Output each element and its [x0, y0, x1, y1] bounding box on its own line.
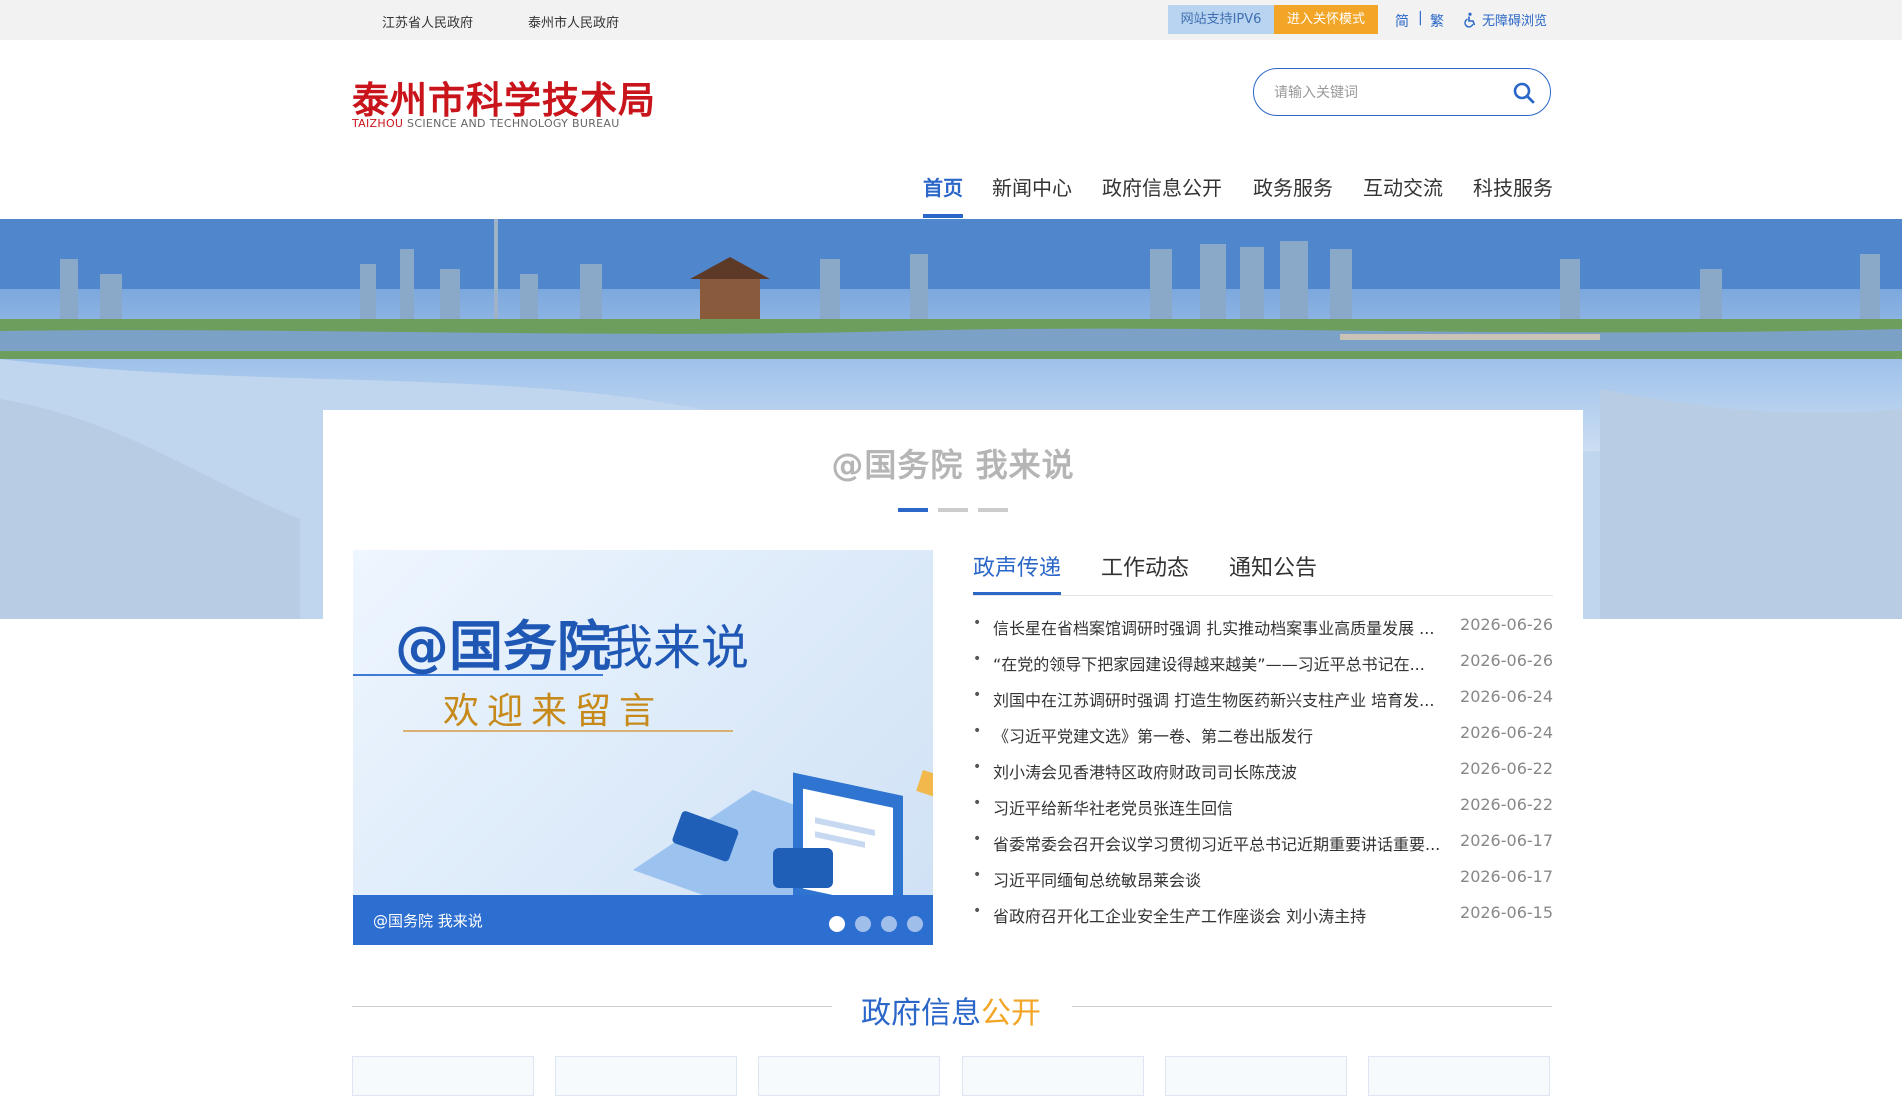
- news-title[interactable]: 省政府召开化工企业安全生产工作座谈会 刘小涛主持: [993, 903, 1443, 927]
- news-title[interactable]: 习近平给新华社老党员张连生回信: [993, 795, 1443, 819]
- news-date: 2026-06-17: [1460, 867, 1553, 886]
- accessibility-link[interactable]: 无障碍浏览: [1462, 10, 1547, 29]
- tab-work-updates[interactable]: 工作动态: [1101, 550, 1189, 582]
- gov-info-title-orange: 公开: [981, 996, 1041, 1031]
- news-item[interactable]: • 《习近平党建文选》第一卷、第二卷出版发行 2026-06-24: [973, 716, 1553, 752]
- feature-section-title: @国务院 我来说: [831, 446, 1075, 484]
- gov-info-card[interactable]: [758, 1056, 940, 1096]
- lang-simplified[interactable]: 简: [1395, 11, 1409, 31]
- news-item[interactable]: • 省委常委会召开会议学习贯彻习近平总书记近期重要讲话重要... 2026-06-1…: [973, 824, 1553, 860]
- news-item[interactable]: • 习近平同缅甸总统敏昂莱会谈 2026-06-17: [973, 860, 1553, 896]
- wheelchair-icon: [1464, 12, 1476, 28]
- feature-indicator-2[interactable]: [938, 508, 968, 512]
- carousel-dot-1[interactable]: [829, 916, 845, 932]
- main-panel: @国务院 我来说 @国务院 我来说 欢迎来留言 @国务院 我来说 政声传递 工作…: [323, 410, 1583, 970]
- site-logo[interactable]: 泰州市科学技术局: [352, 70, 656, 124]
- news-date: 2026-06-15: [1460, 903, 1553, 922]
- gov-info-card[interactable]: [352, 1056, 534, 1096]
- feature-indicator-3[interactable]: [978, 508, 1008, 512]
- news-date: 2026-06-22: [1460, 759, 1553, 778]
- news-date: 2026-06-24: [1460, 723, 1553, 742]
- nav-news-center[interactable]: 新闻中心: [992, 172, 1072, 201]
- nav-gov-info[interactable]: 政府信息公开: [1102, 172, 1222, 201]
- gov-info-card[interactable]: [1165, 1056, 1347, 1096]
- news-date: 2026-06-22: [1460, 795, 1553, 814]
- news-title[interactable]: 《习近平党建文选》第一卷、第二卷出版发行: [993, 723, 1443, 747]
- link-jiangsu-gov[interactable]: 江苏省人民政府: [382, 12, 473, 31]
- gov-info-title-blue: 政府信息: [861, 996, 981, 1031]
- carousel-caption[interactable]: @国务院 我来说: [373, 910, 483, 931]
- news-item[interactable]: • 刘国中在江苏调研时强调 打造生物医药新兴支柱产业 培育发... 2026-06-…: [973, 680, 1553, 716]
- search-box: [1253, 68, 1551, 116]
- nav-gov-services[interactable]: 政务服务: [1253, 172, 1333, 201]
- news-title[interactable]: 刘小涛会见香港特区政府财政司司长陈茂波: [993, 759, 1443, 783]
- lang-traditional[interactable]: 繁: [1430, 11, 1444, 31]
- feature-indicator-1[interactable]: [898, 508, 928, 512]
- site-logo-english: TAIZHOU SCIENCE AND TECHNOLOGY BUREAU: [352, 117, 620, 130]
- gov-info-card[interactable]: [1368, 1056, 1550, 1096]
- news-item[interactable]: • 省政府召开化工企业安全生产工作座谈会 刘小涛主持 2026-06-15: [973, 896, 1553, 932]
- top-bar: 江苏省人民政府 泰州市人民政府 网站支持IPV6 进入关怀模式 简 | 繁 无障…: [0, 0, 1902, 40]
- news-item[interactable]: • 刘小涛会见香港特区政府财政司司长陈茂波 2026-06-22: [973, 752, 1553, 788]
- news-list: • 信长星在省档案馆调研时强调 扎实推动档案事业高质量发展 ... 2026-06-…: [973, 608, 1553, 932]
- nav-active-indicator: [923, 214, 963, 218]
- lang-separator: |: [1418, 10, 1423, 26]
- news-item[interactable]: • “在党的领导下把家园建设得越来越美”——习近平总书记在... 2026-06-2…: [973, 644, 1553, 680]
- news-title[interactable]: 刘国中在江苏调研时强调 打造生物医药新兴支柱产业 培育发...: [993, 687, 1443, 711]
- news-date: 2026-06-24: [1460, 687, 1553, 706]
- gov-info-section-title: 政府信息公开: [0, 988, 1902, 1032]
- news-date: 2026-06-26: [1460, 651, 1553, 670]
- tab-gov-voice[interactable]: 政声传递: [973, 550, 1061, 582]
- search-icon[interactable]: [1512, 81, 1536, 105]
- gov-info-cards: [352, 1056, 1552, 1096]
- news-carousel[interactable]: @国务院 我来说 欢迎来留言 @国务院 我来说: [353, 550, 933, 945]
- search-input[interactable]: [1272, 81, 1496, 105]
- nav-interaction[interactable]: 互动交流: [1363, 172, 1443, 201]
- slide-headline-b: 我来说: [605, 620, 750, 676]
- carousel-dot-2[interactable]: [855, 916, 871, 932]
- news-date: 2026-06-17: [1460, 831, 1553, 850]
- feature-slide-indicators: [898, 508, 1008, 512]
- link-taizhou-gov[interactable]: 泰州市人民政府: [528, 12, 619, 31]
- gov-info-card[interactable]: [555, 1056, 737, 1096]
- tab-divider: [973, 595, 1553, 596]
- carousel-pager: [829, 916, 923, 932]
- gov-info-card[interactable]: [962, 1056, 1144, 1096]
- tab-notices[interactable]: 通知公告: [1229, 550, 1317, 582]
- nav-tech-services[interactable]: 科技服务: [1473, 172, 1553, 201]
- slide-headline-a: @国务院: [395, 615, 611, 678]
- accessibility-label: 无障碍浏览: [1482, 14, 1548, 29]
- carousel-dot-4[interactable]: [907, 916, 923, 932]
- news-title[interactable]: “在党的领导下把家园建设得越来越美”——习近平总书记在...: [993, 651, 1443, 675]
- ipv6-badge: 网站支持IPV6: [1168, 5, 1274, 34]
- news-title[interactable]: 习近平同缅甸总统敏昂莱会谈: [993, 867, 1443, 891]
- logo-en-taizhou: TAIZHOU: [352, 117, 404, 130]
- news-item[interactable]: • 习近平给新华社老党员张连生回信 2026-06-22: [973, 788, 1553, 824]
- nav-home[interactable]: 首页: [923, 172, 963, 201]
- laptop-illustration: [633, 770, 933, 900]
- news-date: 2026-06-26: [1460, 615, 1553, 634]
- news-title[interactable]: 省委常委会召开会议学习贯彻习近平总书记近期重要讲话重要...: [993, 831, 1443, 855]
- news-title[interactable]: 信长星在省档案馆调研时强调 扎实推动档案事业高质量发展 ...: [993, 615, 1443, 639]
- logo-en-rest: SCIENCE AND TECHNOLOGY BUREAU: [403, 117, 620, 130]
- care-mode-button[interactable]: 进入关怀模式: [1274, 5, 1378, 34]
- carousel-dot-3[interactable]: [881, 916, 897, 932]
- news-item[interactable]: • 信长星在省档案馆调研时强调 扎实推动档案事业高质量发展 ... 2026-06-…: [973, 608, 1553, 644]
